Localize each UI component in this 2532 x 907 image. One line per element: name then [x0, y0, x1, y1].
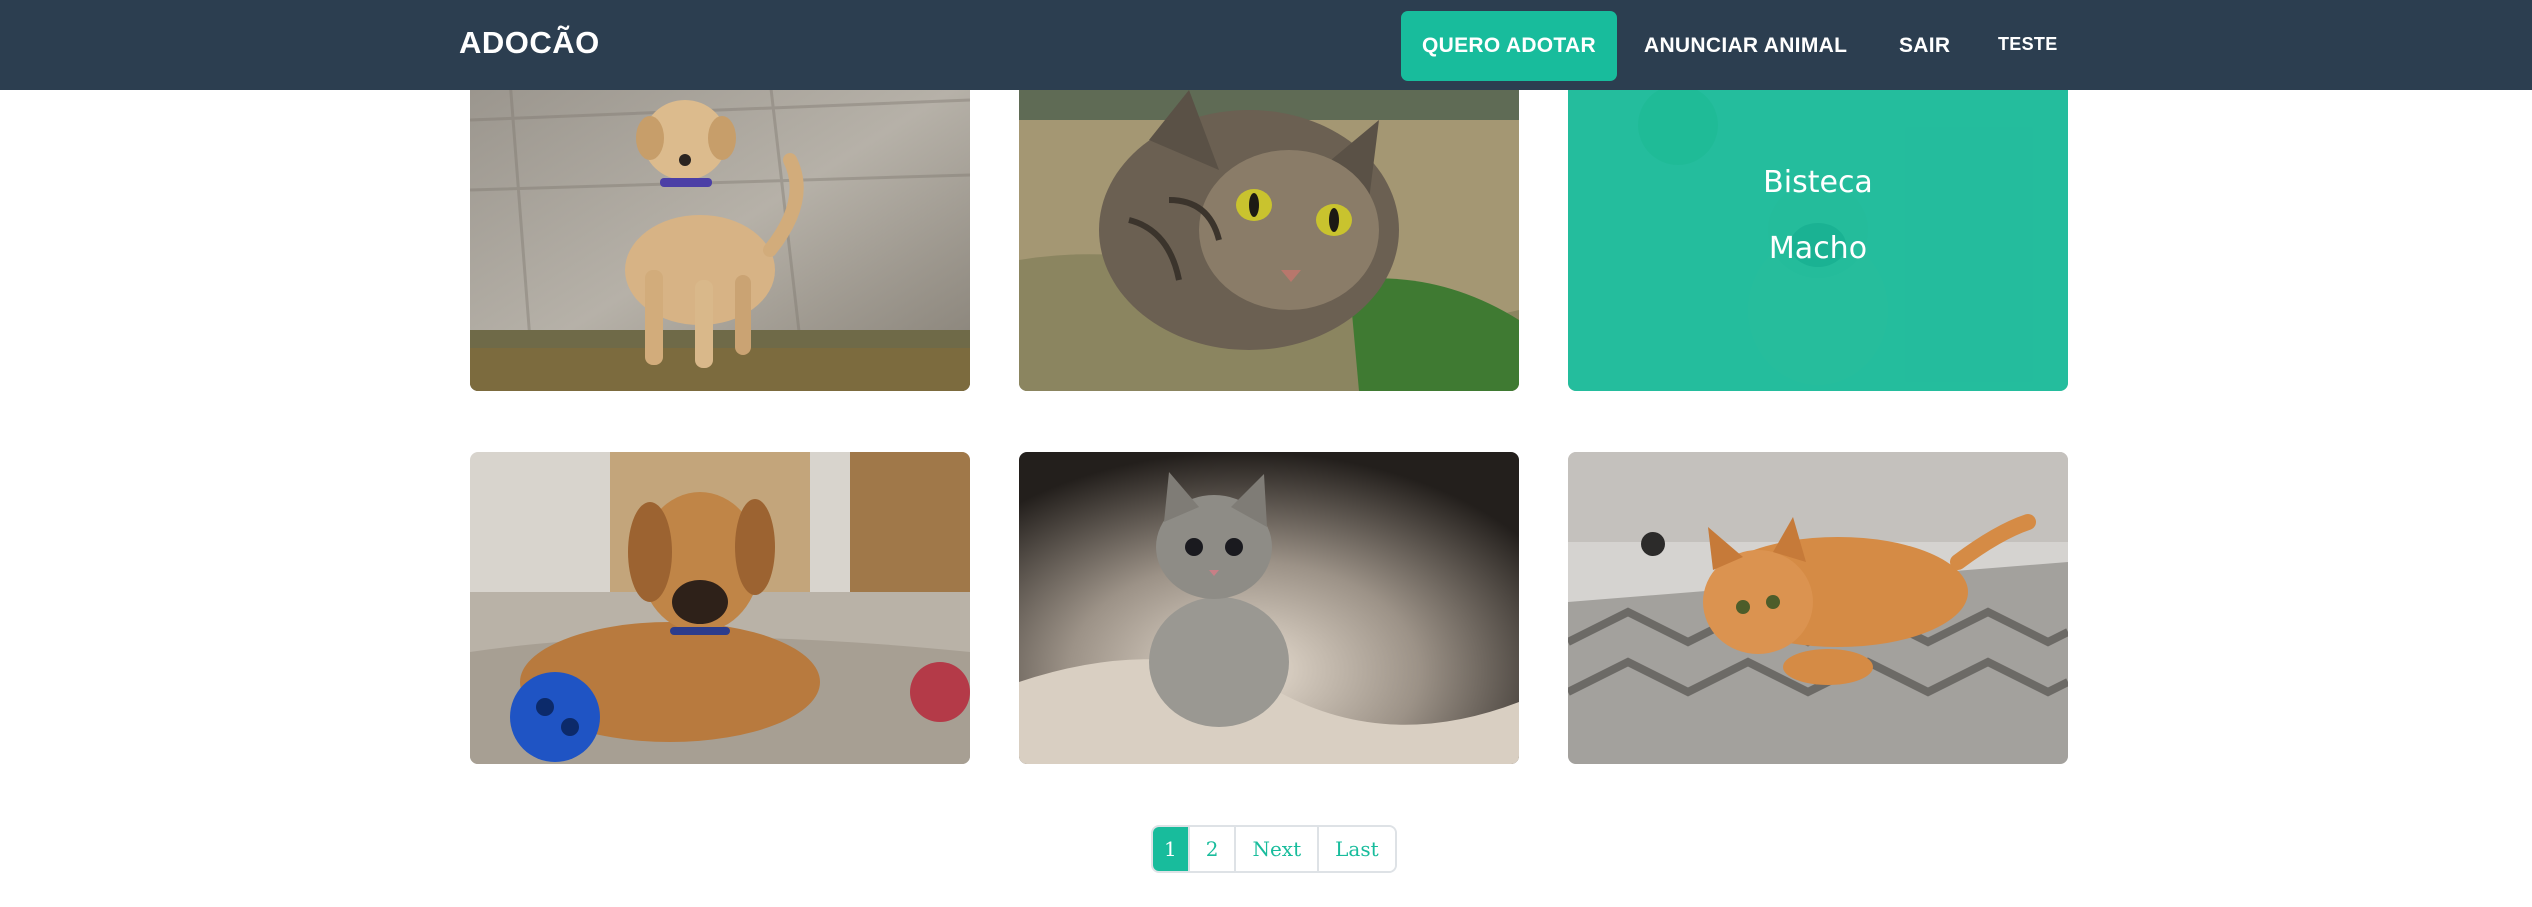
nav-quero-adotar[interactable]: QUERO ADOTAR: [1401, 11, 1617, 81]
animal-card-labrador[interactable]: [470, 80, 970, 391]
nav-anunciar-animal[interactable]: ANUNCIAR ANIMAL: [1644, 11, 1847, 81]
animal-card-pug[interactable]: Bisteca Macho: [1568, 80, 2068, 391]
tabby-cat-photo: [1019, 80, 1519, 391]
nav-teste[interactable]: TESTE: [1998, 11, 2058, 81]
card-hover-overlay[interactable]: Bisteca Macho: [1568, 80, 2068, 391]
pagination: 1 2 Next Last: [1151, 825, 1397, 873]
page-1-link[interactable]: 1: [1153, 827, 1188, 871]
last-page-link[interactable]: Last: [1317, 827, 1395, 871]
animal-card-orange-cat[interactable]: [1568, 452, 2068, 764]
animal-sex: Macho: [1768, 231, 1868, 266]
animal-card-kitten[interactable]: [1019, 452, 1519, 764]
nav-sair[interactable]: SAIR: [1899, 11, 1950, 81]
top-navbar: ADOCÃO QUERO ADOTAR ANUNCIAR ANIMAL SAIR…: [0, 0, 2532, 90]
next-page-link[interactable]: Next: [1234, 827, 1318, 871]
animal-name: Bisteca: [1763, 165, 1873, 200]
animal-card-puppy[interactable]: [470, 452, 970, 764]
brand-logo[interactable]: ADOCÃO: [459, 25, 600, 61]
labrador-dog-photo: [470, 80, 970, 391]
animal-card-tabby-cat[interactable]: [1019, 80, 1519, 391]
gray-kitten-photo: [1019, 452, 1519, 764]
orange-cat-photo: [1568, 452, 2068, 764]
puppy-with-ball-photo: [470, 452, 970, 764]
page-2-link[interactable]: 2: [1187, 827, 1235, 871]
